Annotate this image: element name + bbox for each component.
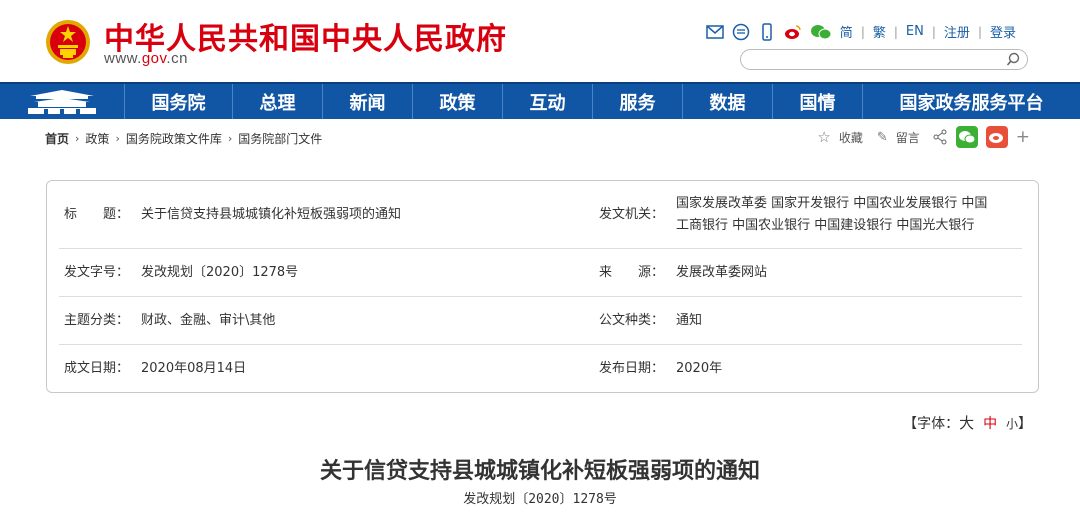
separator: | bbox=[893, 24, 898, 39]
main-nav: 国务院 总理 新闻 政策 互动 服务 数据 国情 国家政务服务平台 bbox=[0, 82, 1080, 119]
site-url[interactable]: www.gov.cn bbox=[104, 50, 188, 67]
nav-item-service[interactable]: 服务 bbox=[592, 84, 682, 119]
separator: | bbox=[977, 24, 982, 39]
more-share-button[interactable]: + bbox=[1016, 127, 1030, 147]
date-label: 成文日期： bbox=[64, 361, 130, 376]
nav-item-policy[interactable]: 政策 bbox=[412, 84, 502, 119]
message-icon[interactable] bbox=[732, 23, 750, 41]
national-emblem-icon[interactable] bbox=[44, 18, 92, 66]
article-title: 关于信贷支持县城城镇化补短板强弱项的通知 bbox=[319, 458, 760, 484]
font-size-medium[interactable]: 中 bbox=[983, 416, 997, 432]
comment-link[interactable]: 留言 bbox=[896, 129, 920, 146]
doctype-label: 公文种类： bbox=[599, 313, 665, 328]
nav-item-data[interactable]: 数据 bbox=[682, 84, 772, 119]
search-box bbox=[740, 49, 1028, 71]
favorite-link[interactable]: 收藏 bbox=[839, 129, 863, 146]
share-icon[interactable] bbox=[932, 129, 948, 145]
nav-item-premier[interactable]: 总理 bbox=[232, 84, 322, 119]
title-value: 关于信贷支持县城城镇化补短板强弱项的通知 bbox=[141, 207, 402, 222]
docno-value: 发改规划〔2020〕1278号 bbox=[141, 265, 299, 280]
breadcrumb: 首页 › 政策 › 国务院政策文件库 › 国务院部门文件 bbox=[45, 130, 322, 147]
english-link[interactable]: EN bbox=[906, 24, 924, 39]
search-icon[interactable] bbox=[1006, 52, 1021, 67]
breadcrumb-home[interactable]: 首页 bbox=[45, 130, 69, 147]
breadcrumb-dept-docs[interactable]: 国务院部门文件 bbox=[238, 130, 322, 147]
source-value: 发展改革委网站 bbox=[676, 265, 768, 280]
nav-home[interactable] bbox=[0, 84, 124, 119]
info-row: 发文字号： 发改规划〔2020〕1278号 来 源： 发展改革委网站 bbox=[59, 249, 1022, 297]
simplified-link[interactable]: 简 bbox=[840, 22, 853, 41]
breadcrumb-policy-library[interactable]: 国务院政策文件库 bbox=[126, 130, 222, 147]
chevron-right-icon: › bbox=[75, 132, 80, 145]
weibo-icon[interactable] bbox=[784, 23, 802, 41]
pencil-icon[interactable]: ✎ bbox=[877, 130, 888, 145]
nav-item-news[interactable]: 新闻 bbox=[322, 84, 412, 119]
weibo-share-icon[interactable] bbox=[985, 126, 1008, 148]
info-row: 标 题： 关于信贷支持县城城镇化补短板强弱项的通知 发文机关： 国家发展改革委 … bbox=[59, 193, 1022, 249]
font-size-small[interactable]: 小 bbox=[1006, 417, 1018, 431]
issuer-value-line2: 工商银行 中国农业银行 中国建设银行 中国光大银行 bbox=[676, 218, 975, 233]
info-row: 主题分类： 财政、金融、审计\其他 公文种类： 通知 bbox=[59, 297, 1022, 345]
font-size-open: 【字体： bbox=[903, 416, 960, 432]
url-suffix: .cn bbox=[166, 50, 188, 67]
pubdate-value: 2020年 bbox=[676, 361, 723, 376]
document-info-box: 标 题： 关于信贷支持县城城镇化补短板强弱项的通知 发文机关： 国家发展改革委 … bbox=[46, 180, 1039, 393]
star-icon[interactable]: ☆ bbox=[817, 128, 830, 146]
separator: | bbox=[860, 24, 865, 39]
top-links: 简 | 繁 | EN | 注册 | 登录 bbox=[706, 22, 1016, 41]
wechat-share-icon[interactable] bbox=[955, 126, 978, 148]
register-link[interactable]: 注册 bbox=[944, 22, 970, 41]
article-doc-number: 发改规划〔2020〕1278号 bbox=[463, 492, 617, 507]
url-prefix: www. bbox=[104, 50, 142, 67]
nav-item-national[interactable]: 国情 bbox=[772, 84, 862, 119]
topic-label: 主题分类： bbox=[64, 313, 130, 328]
font-size-large[interactable]: 大 bbox=[959, 414, 974, 432]
nav-item-gov-service-platform[interactable]: 国家政务服务平台 bbox=[862, 84, 1080, 119]
search-input[interactable] bbox=[751, 51, 1001, 71]
separator: | bbox=[931, 24, 936, 39]
chevron-right-icon: › bbox=[115, 132, 120, 145]
date-value: 2020年08月14日 bbox=[141, 361, 247, 376]
title-label: 标 题： bbox=[64, 207, 130, 222]
login-link[interactable]: 登录 bbox=[990, 22, 1016, 41]
url-gov: gov bbox=[141, 50, 167, 67]
doctype-value: 通知 bbox=[676, 313, 703, 328]
wechat-icon[interactable] bbox=[810, 23, 832, 41]
nav-item-state-council[interactable]: 国务院 bbox=[124, 84, 232, 119]
issuer-value-line1: 国家发展改革委 国家开发银行 中国农业发展银行 中国 bbox=[676, 196, 988, 211]
mail-icon[interactable] bbox=[706, 23, 724, 41]
traditional-link[interactable]: 繁 bbox=[873, 22, 886, 41]
issuer-label: 发文机关： bbox=[599, 207, 665, 222]
docno-label: 发文字号： bbox=[64, 265, 130, 280]
chevron-right-icon: › bbox=[227, 132, 233, 145]
topic-value: 财政、金融、审计\其他 bbox=[141, 313, 276, 328]
info-row: 成文日期： 2020年08月14日 发布日期： 2020年 bbox=[59, 345, 1022, 391]
nav-item-interaction[interactable]: 互动 bbox=[502, 84, 592, 119]
pubdate-label: 发布日期： bbox=[599, 361, 665, 376]
font-size-switcher: 【字体：大 中 小】 bbox=[903, 412, 1032, 433]
tiananmen-icon bbox=[28, 89, 96, 114]
font-size-close: 】 bbox=[1018, 416, 1032, 432]
article-tools: ☆ 收藏 ✎ 留言 + bbox=[817, 126, 1030, 148]
source-label: 来 源： bbox=[599, 265, 665, 280]
site-header: 中华人民共和国中央人民政府 www.gov.cn 简 | 繁 | EN | 注册… bbox=[0, 0, 1080, 82]
mobile-icon[interactable] bbox=[758, 22, 776, 41]
breadcrumb-policy[interactable]: 政策 bbox=[85, 130, 109, 147]
